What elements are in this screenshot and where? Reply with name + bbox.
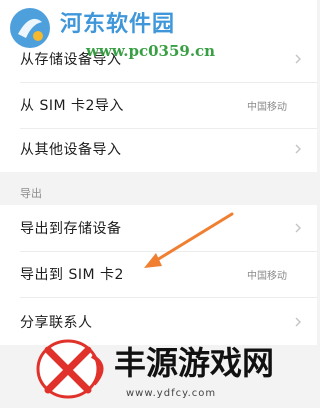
share-contacts-label: 分享联系人 xyxy=(20,315,93,331)
watermark-url: www.ydfcy.com xyxy=(126,388,217,399)
watermark-title: 丰源游戏网 xyxy=(114,344,275,382)
watermark-logo-icon xyxy=(10,8,50,48)
export-to-storage-label: 导出到存储设备 xyxy=(20,221,122,237)
export-section-title: 导出 xyxy=(20,187,42,200)
watermark-logo-icon xyxy=(36,339,104,399)
chevron-right-icon xyxy=(295,223,301,233)
carrier-label: 中国移动 xyxy=(247,101,287,113)
carrier-label: 中国移动 xyxy=(247,270,287,282)
export-to-sim2-label: 导出到 SIM 卡2 xyxy=(20,267,124,283)
export-to-storage-item[interactable]: 导出到存储设备 xyxy=(0,205,317,251)
chevron-right-icon xyxy=(295,317,301,327)
chevron-right-icon xyxy=(295,144,301,154)
import-from-sim2-item[interactable]: 从 SIM 卡2导入 中国移动 xyxy=(0,82,317,128)
watermark-title: 河东软件园 xyxy=(60,11,176,37)
watermark-url: www.pc0359.cn xyxy=(86,42,216,60)
export-section: 导出到存储设备 导出到 SIM 卡2 中国移动 分享联系人 xyxy=(0,205,317,345)
import-from-other-device-label: 从其他设备导入 xyxy=(20,142,122,158)
import-from-sim2-label: 从 SIM 卡2导入 xyxy=(20,98,124,114)
export-to-sim2-item[interactable]: 导出到 SIM 卡2 中国移动 xyxy=(0,251,317,297)
divider xyxy=(20,297,317,298)
chevron-right-icon xyxy=(295,54,301,64)
import-from-other-device-item[interactable]: 从其他设备导入 xyxy=(0,126,317,172)
